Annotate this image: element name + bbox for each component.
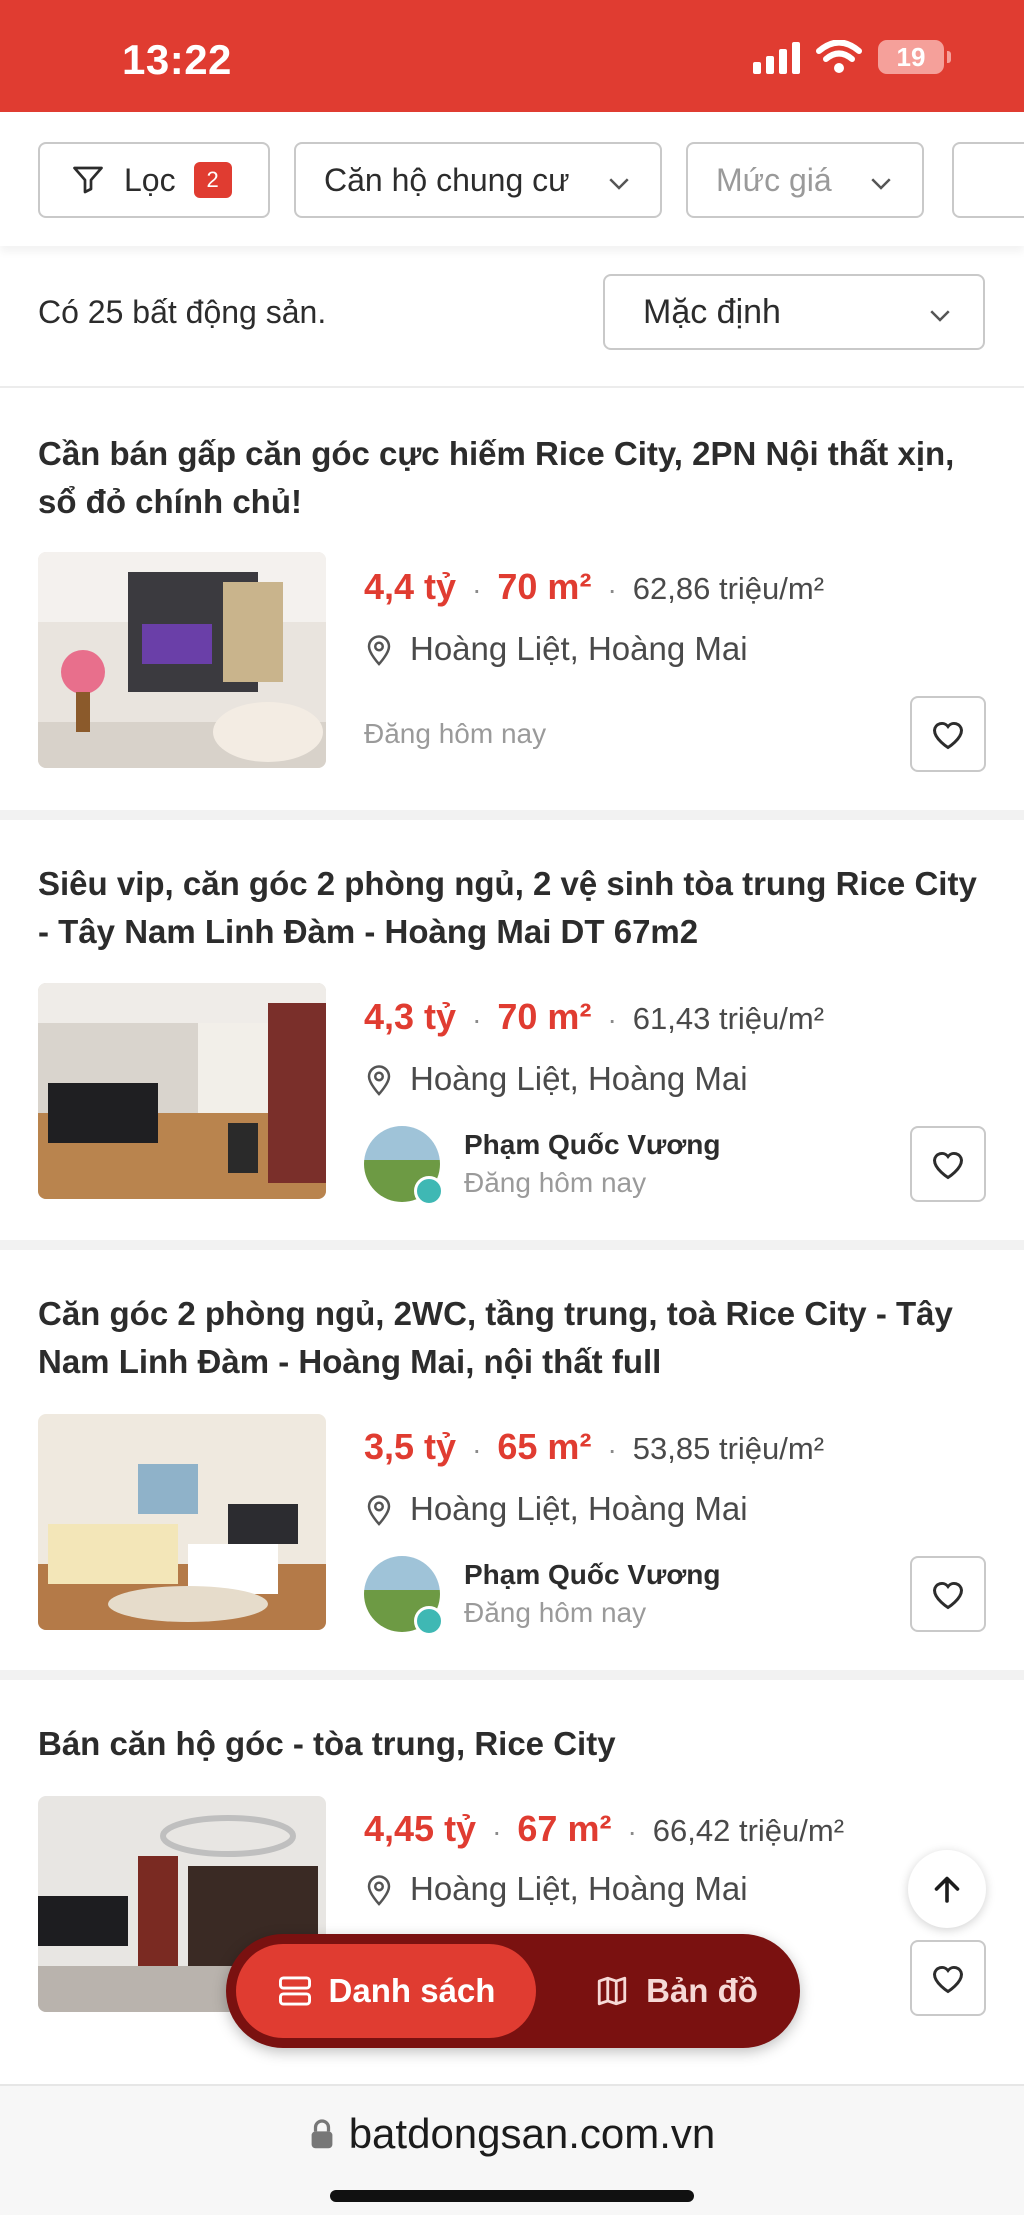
arrow-up-icon [934, 1876, 960, 1903]
filter-count-badge: 2 [193, 162, 232, 198]
browser-address-bar[interactable]: batdongsan.com.vn [0, 2084, 1024, 2215]
wifi-icon [816, 40, 862, 73]
listing-area: 70 m² [497, 996, 592, 1037]
listing-price: 3,5 tỷ [364, 1426, 457, 1467]
listing-card[interactable]: Căn góc 2 phòng ngủ, 2WC, tầng trung, to… [0, 1250, 1024, 1670]
listing-price-per-m2: 66,42 triệu/m² [652, 1813, 845, 1848]
more-filter-chip[interactable] [952, 142, 1024, 218]
listing-area: 65 m² [497, 1426, 592, 1467]
agent-name: Phạm Quốc Vương [464, 1129, 721, 1160]
heart-icon [932, 1151, 964, 1180]
funnel-icon [73, 166, 103, 194]
chevron-down-icon [930, 310, 950, 322]
listing-title[interactable]: Cần bán gấp căn góc cực hiếm Rice City, … [38, 430, 988, 526]
listing-price-per-m2: 53,85 triệu/m² [632, 1431, 825, 1466]
agent-info[interactable]: Phạm Quốc Vương Đăng hôm nay [364, 1556, 721, 1636]
status-bar: 13:22 19 [0, 0, 1024, 112]
status-icons: 19 [753, 40, 951, 74]
map-icon [597, 1976, 627, 2006]
scroll-to-top-button[interactable] [908, 1850, 986, 1928]
listing-title[interactable]: Bán căn hộ góc - tòa trung, Rice City [38, 1720, 988, 1768]
agent-name: Phạm Quốc Vương [464, 1559, 721, 1590]
listing-price: 4,4 tỷ [364, 566, 457, 607]
heart-icon [932, 1965, 964, 1994]
location-pin-icon [367, 1495, 391, 1526]
listing-photo[interactable] [38, 1414, 326, 1630]
verified-badge-icon [414, 1606, 444, 1636]
listing-price: 4,45 tỷ [364, 1808, 477, 1849]
filter-button[interactable]: Lọc 2 [38, 142, 270, 218]
listing-title[interactable]: Siêu vip, căn góc 2 phòng ngủ, 2 vệ sinh… [38, 860, 988, 956]
list-view-button[interactable]: Danh sách [236, 1944, 536, 2038]
sort-label: Mặc định [643, 292, 781, 331]
price-dropdown[interactable]: Mức giá [686, 142, 924, 218]
filter-label: Lọc [124, 161, 176, 198]
listing-title[interactable]: Căn góc 2 phòng ngủ, 2WC, tầng trung, to… [38, 1290, 988, 1386]
results-bar: Có 25 bất động sản. Mặc định [0, 246, 1024, 388]
status-time: 13:22 [122, 36, 232, 83]
listing-price-per-m2: 61,43 triệu/m² [632, 1001, 825, 1036]
listing-price: 4,3 tỷ [364, 996, 457, 1037]
listing-photo[interactable] [38, 983, 326, 1199]
listing-location: Hoàng Liệt, Hoàng Mai [364, 1870, 748, 1908]
property-type-label: Căn hộ chung cư [324, 161, 570, 198]
listing-price-per-m2: 62,86 triệu/m² [632, 571, 825, 606]
verified-badge-icon [414, 1176, 444, 1206]
listing-location: Hoàng Liệt, Hoàng Mai [364, 630, 748, 668]
avatar[interactable] [364, 1556, 444, 1636]
save-favorite-button[interactable] [910, 696, 986, 772]
listing-area: 67 m² [517, 1808, 612, 1849]
price-line: 4,45 tỷ · 67 m² · 66,42 triệu/m² [364, 1808, 845, 1849]
card-separator [0, 1240, 1024, 1250]
property-type-dropdown[interactable]: Căn hộ chung cư [294, 142, 662, 218]
view-toggle: Danh sách Bản đồ [226, 1934, 800, 2048]
home-indicator [330, 2190, 694, 2202]
agent-info[interactable]: Phạm Quốc Vương Đăng hôm nay [364, 1126, 721, 1206]
listing-photo[interactable] [38, 552, 326, 768]
battery-icon: 19 [878, 40, 951, 74]
url-display[interactable]: batdongsan.com.vn [0, 2110, 1024, 2158]
save-favorite-button[interactable] [910, 1126, 986, 1202]
price-line: 3,5 tỷ · 65 m² · 53,85 triệu/m² [364, 1426, 825, 1467]
save-favorite-button[interactable] [910, 1940, 986, 2016]
listing-location: Hoàng Liệt, Hoàng Mai [364, 1490, 748, 1528]
listing-posted: Đăng hôm nay [464, 1167, 647, 1198]
chevron-down-icon [609, 178, 629, 190]
listing-location: Hoàng Liệt, Hoàng Mai [364, 1060, 748, 1098]
listing-posted: Đăng hôm nay [364, 718, 547, 749]
signal-icon [753, 40, 800, 74]
list-icon [278, 1976, 311, 2006]
price-line: 4,3 tỷ · 70 m² · 61,43 triệu/m² [364, 996, 825, 1037]
results-count: Có 25 bất động sản. [38, 294, 327, 330]
location-pin-icon [367, 635, 391, 666]
lock-icon [311, 2119, 333, 2149]
save-favorite-button[interactable] [910, 1556, 986, 1632]
listing-posted: Đăng hôm nay [464, 1597, 647, 1628]
listing-area: 70 m² [497, 566, 592, 607]
heart-icon [932, 1581, 964, 1610]
avatar[interactable] [364, 1126, 444, 1206]
filter-bar: Lọc 2 Căn hộ chung cư Mức giá [0, 112, 1024, 246]
price-placeholder: Mức giá [716, 161, 832, 198]
sort-dropdown[interactable]: Mặc định [603, 274, 985, 350]
card-separator [0, 1670, 1024, 1680]
location-pin-icon [367, 1875, 391, 1906]
listing-card[interactable]: Siêu vip, căn góc 2 phòng ngủ, 2 vệ sinh… [0, 820, 1024, 1240]
price-line: 4,4 tỷ · 70 m² · 62,86 triệu/m² [364, 566, 825, 607]
chevron-down-icon [871, 178, 891, 190]
card-separator [0, 810, 1024, 820]
heart-icon [932, 721, 964, 750]
listing-card[interactable]: Cần bán gấp căn góc cực hiếm Rice City, … [0, 390, 1024, 810]
map-view-button[interactable]: Bản đồ [566, 1944, 786, 2038]
location-pin-icon [367, 1065, 391, 1096]
